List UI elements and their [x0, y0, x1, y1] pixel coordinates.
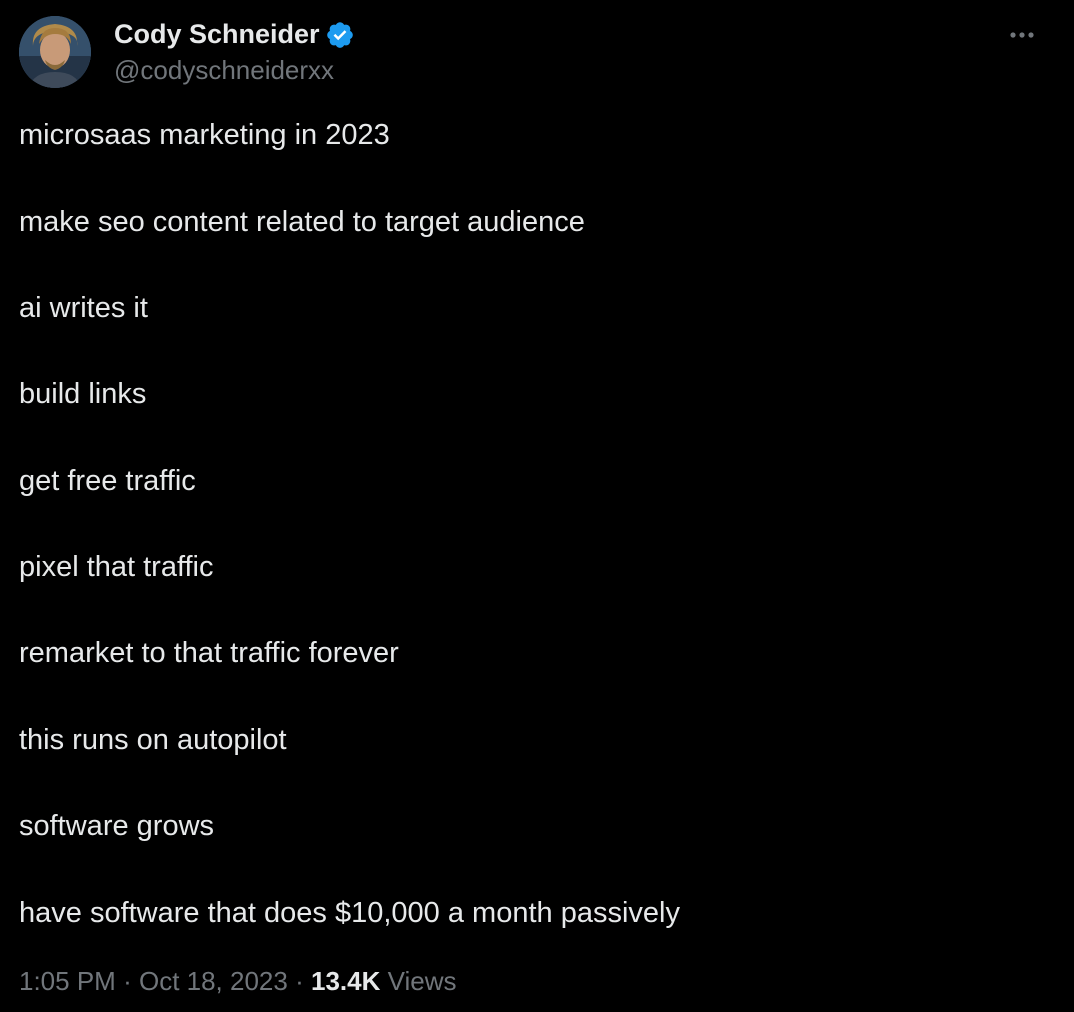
verified-badge-icon[interactable] — [325, 20, 355, 50]
tweet-time[interactable]: 1:05 PM — [19, 966, 116, 996]
tweet-text-line: microsaas marketing in 2023 — [19, 119, 390, 151]
tweet-text-line: pixel that traffic — [19, 551, 214, 583]
avatar[interactable] — [19, 16, 91, 88]
tweet-date[interactable]: Oct 18, 2023 — [139, 966, 288, 996]
tweet-text-line: get free traffic — [19, 465, 196, 497]
ellipsis-icon[interactable] — [1004, 22, 1040, 48]
author-name[interactable]: Cody Schneider — [114, 16, 320, 52]
views-count[interactable]: 13.4K — [311, 966, 380, 996]
views-label: Views — [387, 966, 457, 996]
tweet-text-line: build links — [19, 378, 147, 410]
tweet-text-line: make seo content related to target audie… — [19, 206, 585, 238]
profile-photo-icon — [19, 16, 91, 88]
tweet-text-line: software grows — [19, 810, 215, 842]
tweet-text-line: remarket to that traffic forever — [19, 637, 399, 669]
meta-separator: · — [295, 966, 304, 996]
tweet-text-line: this runs on autopilot — [19, 724, 287, 756]
tweet-text-line: have software that does $10,000 a month … — [19, 897, 680, 929]
author-handle[interactable]: @codyschneiderxx — [114, 52, 334, 88]
tweet: Cody Schneider @codyschneiderxx microsaa… — [0, 0, 1074, 1012]
tweet-text-line: ai writes it — [19, 292, 148, 324]
tweet-meta: 1:05 PM · Oct 18, 2023 · 13.4K Views — [19, 962, 457, 1000]
meta-separator: · — [123, 966, 132, 996]
